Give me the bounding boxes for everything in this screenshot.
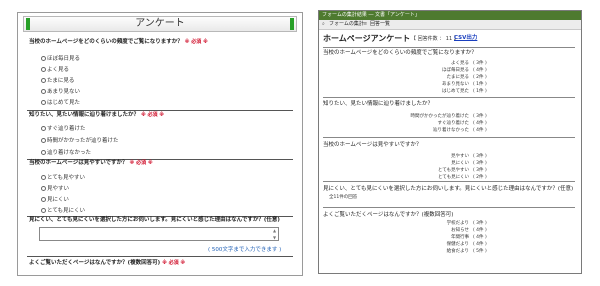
result-label: 見にくい: [451, 161, 469, 166]
result-label: 時間がかかったが辿り着けた: [410, 114, 470, 119]
q2-option-3[interactable]: 辿り着けなかった: [41, 150, 91, 157]
char-limit-note: ( 500文字まで入力できます ): [208, 247, 282, 253]
responses-tab[interactable]: 回答一覧: [370, 22, 390, 27]
q1-text: 当校のホームページをどのくらいの頻度でご覧になりますか？: [29, 39, 183, 45]
result-q1-text: 当校のホームページをどのくらいの頻度でご覧になりますか？: [323, 50, 477, 56]
result-count: ( 4件 ): [473, 121, 487, 126]
result-label: ほぼ毎日見る: [442, 68, 469, 73]
result-label: 年間行事: [451, 235, 469, 240]
required-mark: ※ 必須 ※: [162, 260, 186, 266]
result-label: 給食だより: [446, 249, 469, 254]
list-icon: ≡: [363, 21, 368, 27]
form-title: アンケート: [135, 18, 185, 29]
scroll-down-icon[interactable]: ▼: [273, 236, 277, 240]
result-count: ( 3件 ): [473, 61, 487, 66]
q3-option-2[interactable]: 見やすい: [41, 186, 69, 193]
q1-option-1[interactable]: ほぼ毎日見る: [41, 56, 80, 63]
q2-text: 知りたい、見たい情報に辿り着けましたか？: [29, 112, 140, 118]
results-panel: フォームの集計結果 ― 文書「アンケート」 ⌕ フォームの集計 ≡ 回答一覧 ホ…: [318, 10, 582, 274]
q3-text: 当校のホームページは見やすいですか？: [29, 160, 128, 166]
response-count: 【 回答件数 ： 11 】: [411, 36, 459, 42]
q2-option-1[interactable]: すぐ辿り着けた: [41, 126, 86, 133]
survey-form-panel: アンケート 当校のホームページをどのくらいの頻度でご覧になりますか？ ※ 必須 …: [17, 12, 303, 276]
result-count: ( 1件 ): [473, 82, 487, 87]
form-title-bar: アンケート: [23, 16, 297, 32]
result-count: ( 4件 ): [473, 128, 487, 133]
result-label: あまり見ない: [442, 82, 469, 87]
radio-button[interactable]: [41, 197, 46, 202]
result-q4-note: 全11件の回答: [329, 195, 358, 200]
result-q3-text: 当校のホームページは見やすいですか？: [323, 142, 422, 148]
radio-button[interactable]: [41, 175, 46, 180]
csv-export-link[interactable]: CSV出力: [454, 35, 477, 42]
aggregate-tab[interactable]: フォームの集計: [329, 22, 364, 27]
q3-option-3[interactable]: 見にくい: [41, 197, 69, 204]
radio-button[interactable]: [41, 126, 46, 131]
result-count: ( 4件 ): [473, 228, 487, 233]
results-title: ホームページアンケート: [323, 34, 411, 43]
section-divider: [27, 110, 293, 111]
radio-button[interactable]: [41, 208, 46, 213]
result-label: よく見る: [451, 61, 469, 66]
result-count: ( 4件 ): [473, 242, 487, 247]
result-label: はじめて見た: [442, 89, 469, 94]
result-count: ( 3件 ): [473, 154, 487, 159]
radio-button[interactable]: [41, 138, 46, 143]
result-section-q3: 当校のホームページは見やすいですか？ 見やすい ( 3件 ) 見にくい ( 3件 )…: [323, 137, 575, 182]
result-section-q5: よくご覧いただくページはなんですか？(複数回答可) 学校だより ( 3件 ) お知…: [323, 207, 575, 268]
section-divider: [27, 256, 293, 257]
radio-button[interactable]: [41, 56, 46, 61]
search-icon: ⌕: [322, 21, 325, 27]
radio-button[interactable]: [41, 78, 46, 83]
result-label: とても見にくい: [437, 175, 469, 180]
radio-button[interactable]: [41, 67, 46, 72]
result-count: ( 4件 ): [473, 68, 487, 73]
q3-option-1[interactable]: とても見やすい: [41, 175, 85, 182]
result-label: 見やすい: [451, 154, 469, 159]
q1-option-5[interactable]: はじめて見た: [41, 100, 80, 107]
result-count: ( 2件 ): [473, 175, 487, 180]
result-label: 保健だより: [446, 242, 469, 247]
required-mark: ※ 必須 ※: [129, 160, 153, 166]
result-q2-text: 知りたい、見たい情報に辿り着けましたか？: [323, 101, 434, 107]
reason-textarea[interactable]: ▲ ▼: [39, 227, 279, 241]
radio-button[interactable]: [41, 100, 46, 105]
result-section-q1: 当校のホームページをどのくらいの頻度でご覧になりますか？ よく見る( 3件 ) …: [323, 47, 575, 98]
window-title-bar: フォームの集計結果 ― 文書「アンケート」: [319, 11, 581, 20]
result-label: 学校だより: [446, 221, 469, 226]
result-count: ( 2件 ): [473, 75, 487, 80]
q3-option-4[interactable]: とても見にくい: [41, 208, 85, 215]
q1-option-4[interactable]: あまり見ない: [41, 89, 80, 96]
q1-option-2[interactable]: よく見る: [41, 67, 69, 74]
result-count: ( 3件 ): [473, 168, 487, 173]
q2-option-2[interactable]: 時間がかかったが辿り着けた: [41, 138, 119, 145]
radio-button[interactable]: [41, 186, 46, 191]
q4-text: 見にくい、とても見にくいを選択した方にお伺いします。見にくいと感じた理由はなんで…: [29, 217, 280, 223]
result-label: お知らせ: [451, 228, 469, 233]
required-mark: ※ 必須 ※: [184, 39, 208, 45]
result-count: ( 3件 ): [473, 114, 487, 119]
result-count: ( 3件 ): [473, 161, 487, 166]
result-count: ( 4件 ): [473, 235, 487, 240]
result-label: とても見やすい: [437, 168, 469, 173]
radio-button[interactable]: [41, 89, 46, 94]
result-q5-text: よくご覧いただくページはなんですか？(複数回答可): [323, 212, 454, 218]
q5-text: よくご覧いただくページはなんですか？(複数回答可): [29, 260, 161, 266]
result-label: たまに見る: [446, 75, 469, 80]
result-label: 辿り着けなかった: [433, 128, 469, 133]
scroll-up-icon[interactable]: ▲: [273, 229, 277, 233]
results-toolbar: ⌕ フォームの集計 ≡ 回答一覧: [319, 20, 581, 30]
window-title: フォームの集計結果 ― 文書「アンケート」: [322, 12, 420, 18]
q1-option-3[interactable]: たまに見る: [41, 78, 74, 85]
result-q4-text: 見にくい、とても見にくいを選択した方にお伺いします。見にくいと感じた理由はなんで…: [323, 186, 574, 192]
radio-button[interactable]: [41, 150, 46, 155]
result-count: ( 1件 ): [473, 89, 487, 94]
result-section-q4: 見にくい、とても見にくいを選択した方にお伺いします。見にくいと感じた理由はなんで…: [323, 181, 575, 206]
title-accent-right: [290, 18, 294, 30]
result-section-q2: 知りたい、見たい情報に辿り着けましたか？ 時間がかかったが辿り着けた( 3件 )…: [323, 97, 575, 136]
result-count: ( 3件 ): [473, 221, 487, 226]
result-count: ( 5件 ): [473, 249, 487, 254]
result-label: すぐ辿り着けた: [437, 121, 470, 126]
required-mark: ※ 必須 ※: [140, 112, 165, 118]
